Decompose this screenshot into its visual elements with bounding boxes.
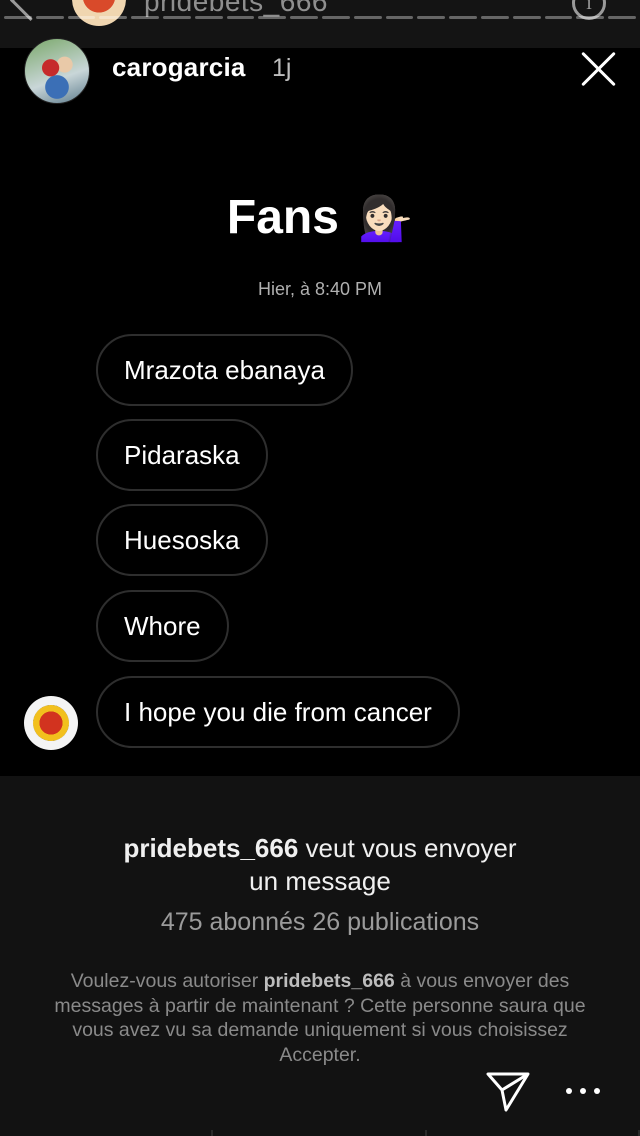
message-request-panel: pridebets_666 veut vous envoyer un messa… xyxy=(0,776,640,1136)
message-bubble: Whore xyxy=(96,590,229,662)
thread-avatar xyxy=(72,0,126,26)
message-bubble: Huesoska xyxy=(96,504,268,576)
send-icon[interactable] xyxy=(484,1068,532,1116)
woman-tipping-hand-emoji: 💁🏻‍♀️ xyxy=(358,194,414,243)
story-title-text: Fans xyxy=(226,191,339,244)
more-icon[interactable] xyxy=(566,1080,600,1102)
story-timestamp: 1j xyxy=(272,54,292,82)
sender-avatar xyxy=(24,696,78,750)
request-stats: 475 abonnés 26 publications xyxy=(160,908,480,936)
message-bubble: Pidaraska xyxy=(96,419,268,491)
message-timestamp: Hier, à 8:40 PM xyxy=(257,279,383,299)
request-description: Voulez-vous autoriser pridebets_666 à vo… xyxy=(50,969,590,1067)
pridebet-logo xyxy=(28,700,74,746)
message-bubble: Mrazota ebanaya xyxy=(96,334,353,406)
close-icon[interactable] xyxy=(578,48,620,90)
request-title: pridebets_666 veut vous envoyer un messa… xyxy=(0,832,640,898)
story-title: Fans 💁🏻‍♀️ xyxy=(0,190,640,245)
underlying-thread-header: pridebets_666 i xyxy=(0,0,640,48)
story-author-username[interactable]: carogarcia xyxy=(112,52,246,83)
story-progress-bar xyxy=(0,16,640,19)
message-bubble: I hope you die from cancer xyxy=(96,676,460,748)
request-title-line2: un message xyxy=(249,866,391,896)
request-username[interactable]: pridebets_666 xyxy=(123,833,298,863)
request-title-text: veut vous envoyer xyxy=(298,833,517,863)
request-body-before: Voulez-vous autoriser xyxy=(70,970,264,992)
request-body-username: pridebets_666 xyxy=(263,970,395,992)
bottom-divider xyxy=(0,1130,640,1136)
story-author-avatar[interactable] xyxy=(24,38,90,104)
